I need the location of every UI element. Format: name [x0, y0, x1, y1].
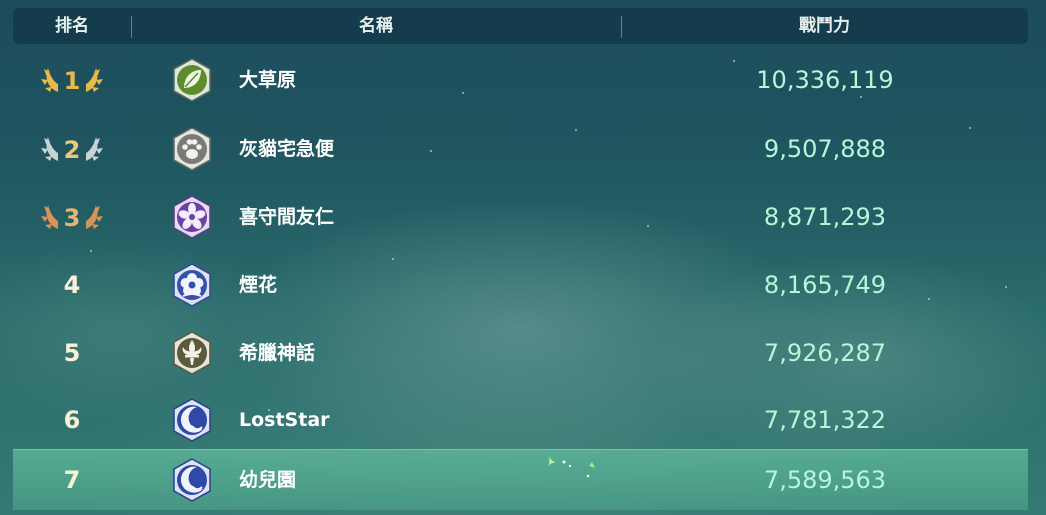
combat-power: 8,871,293 [763, 203, 887, 231]
guild-name: LostStar [239, 409, 330, 431]
bronze-laurel-icon: 3 [41, 204, 103, 232]
guild-name: 幼兒園 [239, 469, 297, 491]
flower-icon [173, 195, 211, 239]
sparkle-effect [548, 454, 595, 478]
leaderboard-row-highlighted[interactable]: 7 幼兒園 7,589,563 [13, 449, 1028, 510]
silver-laurel-icon: 2 [41, 136, 103, 164]
combat-power: 7,781,322 [763, 406, 887, 434]
combat-power: 7,589,563 [763, 466, 887, 494]
fleur-de-lis-icon [173, 331, 211, 375]
header-name: 名稱 [359, 16, 393, 36]
guild-name: 灰貓宅急便 [239, 138, 335, 160]
leaf-icon [173, 58, 211, 102]
combat-power: 8,165,749 [763, 271, 887, 299]
crescent-wave-icon [173, 398, 211, 442]
guild-name: 大草原 [239, 69, 297, 91]
header-rank: 排名 [55, 16, 89, 36]
leaderboard-row[interactable]: 1 大草原 10,336,119 [13, 50, 1028, 110]
blossom-icon [173, 263, 211, 307]
rank-number: 3 [64, 204, 81, 232]
gold-laurel-icon: 1 [41, 67, 103, 95]
combat-power: 10,336,119 [756, 66, 894, 94]
rank-number: 4 [63, 271, 81, 299]
combat-power: 7,926,287 [763, 339, 887, 367]
rank-number: 7 [63, 466, 81, 494]
guild-name: 希臘神話 [239, 342, 316, 364]
rank-number: 1 [64, 67, 81, 95]
paw-icon [173, 127, 211, 171]
leaderboard-row[interactable]: 5 希臘神話 7,926,287 [13, 323, 1028, 383]
combat-power: 9,507,888 [763, 135, 887, 163]
crescent-wave-icon [173, 458, 211, 502]
rank-number: 2 [64, 136, 81, 164]
guild-name: 煙花 [239, 274, 278, 296]
table-header: 排名 名稱 戰鬥力 [13, 8, 1028, 44]
rank-number: 5 [63, 339, 81, 367]
leaderboard-row[interactable]: 6 LostStar 7,781,322 [13, 390, 1028, 450]
rank-number: 6 [63, 406, 81, 434]
header-power: 戰鬥力 [799, 16, 850, 36]
guild-name: 喜守間友仁 [239, 206, 335, 228]
leaderboard-row[interactable]: 3 喜守間友仁 8,871,293 [13, 187, 1028, 247]
leaderboard-row[interactable]: 2 灰貓宅急便 9,507,888 [13, 119, 1028, 179]
leaderboard-row[interactable]: 4 煙花 8,165,749 [13, 255, 1028, 315]
